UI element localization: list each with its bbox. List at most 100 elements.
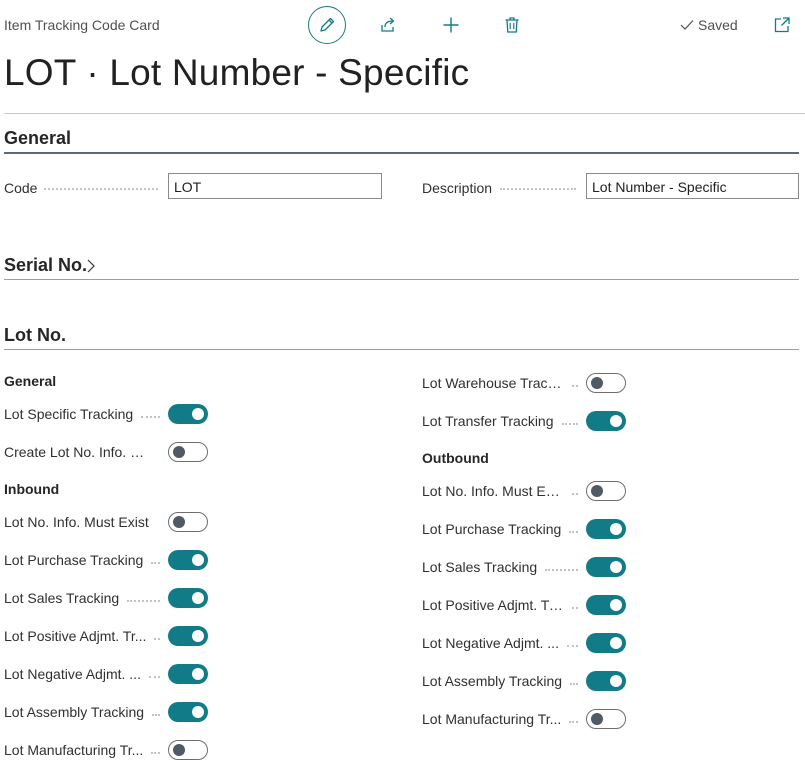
lot-general-heading: General (4, 373, 57, 389)
toggle-switch[interactable] (586, 481, 626, 501)
toggle-switch[interactable] (586, 411, 626, 431)
section-general-divider (4, 152, 799, 154)
toggle-knob (610, 637, 622, 649)
toggle-switch[interactable] (586, 557, 626, 577)
toggle-switch[interactable] (586, 709, 626, 729)
toggle-label: Lot Positive Adjmt. Tr... (422, 597, 564, 613)
page-title: LOT · Lot Number - Specific (4, 52, 470, 93)
toggle-leader (561, 423, 578, 425)
section-lot-heading[interactable]: Lot No. (4, 325, 66, 346)
toggle-leader (566, 645, 578, 647)
code-field[interactable]: LOT (168, 173, 382, 199)
lot-inbound-heading: Inbound (4, 481, 60, 497)
toggle-leader (154, 638, 160, 640)
description-leader (500, 188, 576, 190)
section-serial-divider (4, 279, 799, 280)
toggle-label: Lot Purchase Tracking (422, 521, 562, 537)
toggle-knob (192, 706, 204, 718)
toggle-leader (569, 721, 578, 723)
toggle-label: Lot Warehouse Tracki... (422, 375, 564, 391)
toggle-leader (570, 683, 578, 685)
toggle-switch[interactable] (168, 740, 208, 760)
title-divider (4, 113, 805, 114)
toggle-knob (610, 415, 622, 427)
toggle-switch[interactable] (168, 442, 208, 462)
share-icon (381, 17, 395, 32)
toggle-leader (572, 493, 578, 495)
toggle-leader (151, 562, 160, 564)
edit-button[interactable] (308, 6, 346, 44)
delete-icon (505, 17, 519, 33)
share-button[interactable] (369, 6, 407, 44)
toggle-label: Lot Negative Adjmt. ... (4, 666, 141, 682)
top-bar: Item Tracking Code Card Saved (0, 0, 805, 50)
toggle-knob (173, 446, 185, 458)
lot-outbound-heading: Outbound (422, 450, 489, 466)
popout-button[interactable] (773, 16, 791, 39)
toggle-label: Create Lot No. Info. o... (4, 444, 149, 460)
toggle-label: Lot Manufacturing Tr... (422, 711, 562, 727)
toggle-switch[interactable] (168, 664, 208, 684)
add-icon (443, 17, 459, 33)
toggle-leader (141, 416, 160, 418)
new-button[interactable] (432, 6, 470, 44)
toggle-knob (192, 408, 204, 420)
toggle-label: Lot No. Info. Must Exist (422, 483, 564, 499)
toggle-knob (192, 554, 204, 566)
toggle-knob (591, 713, 603, 725)
toggle-leader (152, 714, 160, 716)
toggle-leader (572, 385, 578, 387)
code-label: Code (4, 180, 38, 196)
toggle-label: Lot Specific Tracking (4, 406, 134, 422)
toggle-leader (151, 752, 160, 754)
toggle-knob (192, 630, 204, 642)
toggle-label: Lot Positive Adjmt. Tr... (4, 628, 147, 644)
toggle-switch[interactable] (168, 404, 208, 424)
toggle-switch[interactable] (168, 550, 208, 570)
toggle-label: Lot Transfer Tracking (422, 413, 554, 429)
toggle-switch[interactable] (168, 512, 208, 532)
toggle-switch[interactable] (586, 595, 626, 615)
chevron-right-icon[interactable] (86, 259, 96, 273)
breadcrumb[interactable]: Item Tracking Code Card (4, 17, 160, 33)
toggle-label: Lot Sales Tracking (422, 559, 538, 575)
toggle-knob (173, 744, 185, 756)
toggle-switch[interactable] (586, 633, 626, 653)
toggle-switch[interactable] (586, 373, 626, 393)
toggle-leader (545, 569, 578, 571)
toggle-label: Lot No. Info. Must Exist (4, 514, 149, 530)
popout-icon (774, 17, 790, 33)
toggle-switch[interactable] (586, 519, 626, 539)
saved-status: Saved (680, 17, 738, 33)
toggle-label: Lot Negative Adjmt. ... (422, 635, 559, 651)
section-general-heading[interactable]: General (4, 128, 71, 149)
toggle-knob (591, 485, 603, 497)
toggle-knob (173, 516, 185, 528)
description-label: Description (422, 180, 493, 196)
toggle-knob (610, 523, 622, 535)
edit-icon (320, 17, 335, 32)
toggle-knob (610, 675, 622, 687)
toggle-switch[interactable] (168, 588, 208, 608)
section-serial-heading[interactable]: Serial No. (4, 255, 87, 276)
toggle-switch[interactable] (168, 702, 208, 722)
toggle-knob (192, 592, 204, 604)
toggle-label: Lot Purchase Tracking (4, 552, 144, 568)
toggle-leader (569, 531, 578, 533)
code-leader (44, 188, 158, 190)
toggle-knob (192, 668, 204, 680)
saved-label: Saved (698, 17, 738, 33)
toggle-knob (610, 561, 622, 573)
toggle-label: Lot Assembly Tracking (4, 704, 145, 720)
delete-button[interactable] (493, 6, 531, 44)
checkmark-icon (680, 20, 694, 30)
toggle-switch[interactable] (168, 626, 208, 646)
section-lot-divider (4, 349, 799, 350)
description-field[interactable]: Lot Number - Specific (586, 173, 799, 199)
toggle-switch[interactable] (586, 671, 626, 691)
toggle-leader (572, 607, 578, 609)
toggle-label: Lot Manufacturing Tr... (4, 742, 144, 758)
toggle-knob (591, 377, 603, 389)
toggle-leader (127, 600, 160, 602)
toggle-label: Lot Assembly Tracking (422, 673, 563, 689)
